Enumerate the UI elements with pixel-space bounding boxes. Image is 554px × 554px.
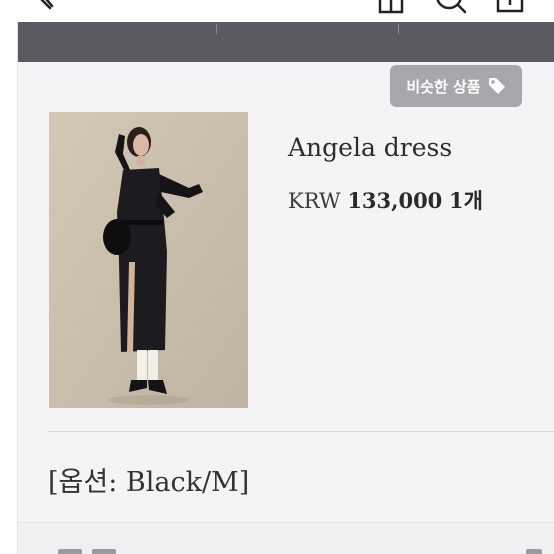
similar-products-button[interactable]: 비슷한 상품 [390, 65, 522, 107]
price-quantity-sep [442, 189, 449, 213]
price-line: KRW 133,000 1개 [288, 185, 483, 215]
price-currency: KRW [288, 189, 341, 213]
card-divider [48, 431, 554, 432]
band-tick [216, 24, 217, 34]
home-icon[interactable] [374, 0, 408, 22]
text-fragment [526, 549, 542, 554]
similar-products-label: 비슷한 상품 [406, 77, 481, 96]
top-app-bar [0, 0, 554, 22]
chevron-left-icon[interactable] [28, 0, 58, 22]
share-icon[interactable] [494, 0, 528, 22]
next-section-peek [18, 522, 554, 554]
text-fragment [58, 549, 82, 554]
band-tick [398, 24, 399, 34]
search-icon[interactable] [430, 0, 470, 22]
tag-icon [488, 78, 505, 94]
price-quantity: 1개 [448, 188, 483, 213]
text-fragment [92, 549, 116, 554]
product-name[interactable]: Angela dress [288, 133, 452, 162]
product-option: [옵션: Black/M] [48, 467, 250, 498]
dimmed-header-band [18, 22, 554, 62]
price-amount: 133,000 [347, 188, 443, 213]
product-photo-illustration [49, 112, 248, 408]
product-image[interactable] [49, 112, 248, 408]
left-gutter [0, 22, 18, 554]
order-detail-screen: 비슷한 상품 Angela dress KRW 133,000 1개 [옵션: … [0, 0, 554, 554]
